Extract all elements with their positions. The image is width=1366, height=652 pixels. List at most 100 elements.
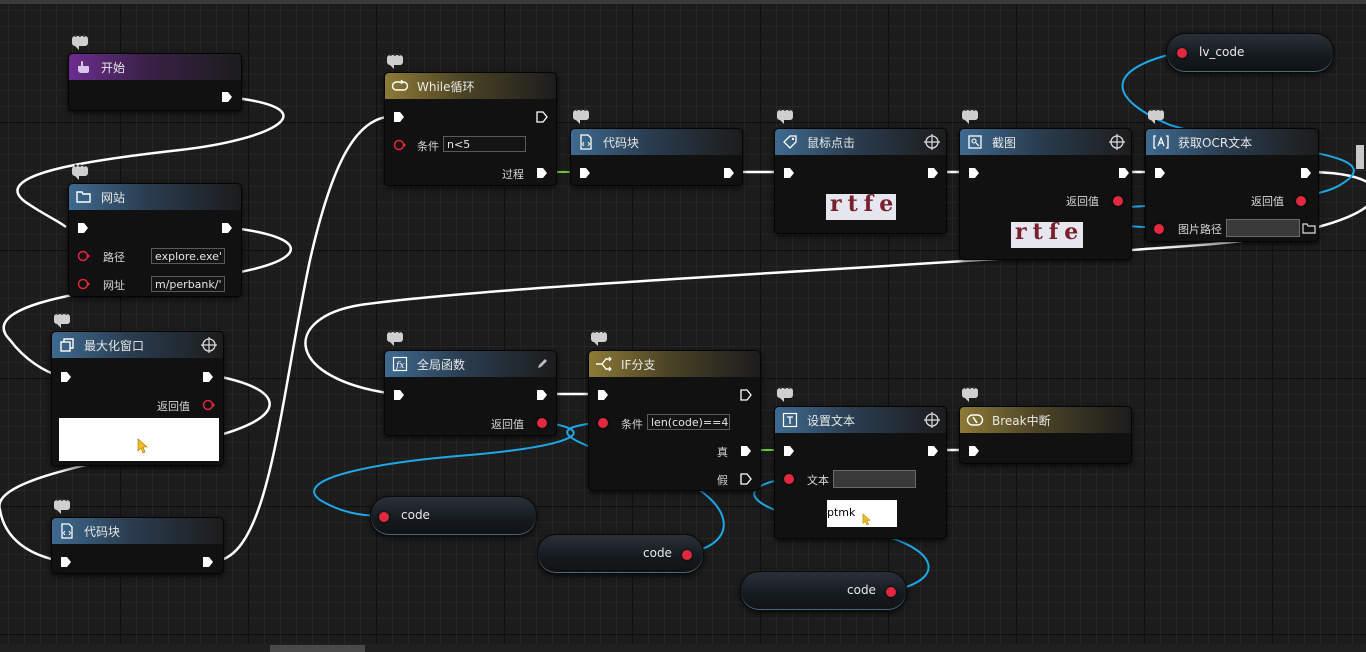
condition-field[interactable]: n<5 bbox=[443, 136, 526, 152]
comment-icon[interactable] bbox=[72, 32, 88, 50]
maximize-window-node[interactable]: 最大化窗口 返回值 bbox=[51, 331, 224, 466]
codeblock-node-header[interactable]: 代码块 bbox=[52, 518, 223, 544]
path-field[interactable]: explore.exe' bbox=[151, 248, 225, 264]
variable-lv-code[interactable]: lv_code bbox=[1166, 33, 1334, 73]
exec-in-pin[interactable] bbox=[783, 445, 795, 457]
data-in-pin[interactable] bbox=[1154, 224, 1164, 234]
horizontal-scrollbar[interactable] bbox=[0, 644, 1366, 652]
codeblock-node-mid[interactable]: 代码块 bbox=[570, 128, 743, 186]
set-text-node-header[interactable]: 设置文本 bbox=[775, 407, 946, 433]
exec-in-pin[interactable] bbox=[783, 167, 795, 179]
data-in-pin[interactable] bbox=[886, 587, 896, 597]
image-path-field[interactable] bbox=[1226, 219, 1300, 237]
exec-in-pin[interactable] bbox=[393, 111, 405, 123]
crosshair-icon[interactable] bbox=[924, 134, 940, 150]
get-ocr-text-node[interactable]: 获取OCR文本 返回值 图片路径 bbox=[1145, 128, 1319, 242]
edit-pencil-icon[interactable] bbox=[536, 356, 550, 370]
variable-code-setter[interactable]: code bbox=[740, 571, 907, 611]
exec-out-pin[interactable] bbox=[202, 371, 214, 383]
vertical-scrollbar-thumb[interactable] bbox=[1356, 145, 1364, 169]
comment-icon[interactable] bbox=[387, 328, 403, 346]
screenshot-node[interactable]: 截图 返回值 rtfe bbox=[959, 128, 1132, 260]
while-loop-node[interactable]: While循环 条件 n<5 过程 bbox=[384, 72, 557, 186]
data-in-pin[interactable] bbox=[393, 139, 407, 151]
comment-icon[interactable] bbox=[573, 106, 589, 124]
comment-icon[interactable] bbox=[777, 384, 793, 402]
exec-out-pin-completed[interactable] bbox=[536, 111, 548, 123]
data-in-pin[interactable] bbox=[77, 278, 91, 290]
exec-in-pin[interactable] bbox=[77, 222, 89, 234]
break-node[interactable]: Break中断 bbox=[959, 406, 1132, 464]
start-node[interactable]: 开始 bbox=[68, 53, 242, 111]
text-field[interactable] bbox=[833, 470, 916, 488]
variable-code-getter[interactable]: code bbox=[370, 496, 537, 536]
comment-icon[interactable] bbox=[387, 51, 403, 69]
exec-out-pin[interactable] bbox=[536, 167, 548, 179]
if-branch-node[interactable]: IF分支 条件 len(code)==4 真 假 bbox=[588, 350, 761, 491]
exec-out-pin[interactable] bbox=[723, 167, 735, 179]
comment-icon[interactable] bbox=[54, 496, 70, 514]
condition-field[interactable]: len(code)==4 bbox=[647, 414, 730, 430]
data-out-pin[interactable] bbox=[1113, 196, 1123, 206]
exec-out-pin[interactable] bbox=[221, 222, 233, 234]
crosshair-icon[interactable] bbox=[201, 337, 217, 353]
screenshot-node-header[interactable]: 截图 bbox=[960, 129, 1131, 155]
break-node-header[interactable]: Break中断 bbox=[960, 407, 1131, 433]
data-out-pin[interactable] bbox=[379, 512, 389, 522]
comment-icon[interactable] bbox=[1148, 106, 1164, 124]
while-node-header[interactable]: While循环 bbox=[385, 73, 556, 99]
codeblock-node-left[interactable]: 代码块 bbox=[51, 517, 224, 574]
data-in-pin[interactable] bbox=[77, 250, 91, 262]
exec-out-pin-true[interactable] bbox=[740, 445, 752, 457]
crosshair-icon[interactable] bbox=[924, 412, 940, 428]
exec-out-pin-false[interactable] bbox=[740, 473, 752, 485]
exec-in-pin[interactable] bbox=[60, 556, 72, 568]
comment-icon[interactable] bbox=[54, 310, 70, 328]
horizontal-scrollbar-thumb[interactable] bbox=[270, 645, 365, 652]
exec-out-pin-completed[interactable] bbox=[740, 389, 752, 401]
exec-out-pin[interactable] bbox=[221, 91, 233, 103]
set-text-node[interactable]: 设置文本 文本 ptmk bbox=[774, 406, 947, 539]
blueprint-canvas[interactable]: 开始 网站 路径 explore.exe' 网址 m/perbank/' 最大化… bbox=[0, 0, 1366, 652]
data-out-pin[interactable] bbox=[202, 399, 216, 411]
exec-in-pin[interactable] bbox=[393, 389, 405, 401]
exec-in-pin[interactable] bbox=[968, 167, 980, 179]
data-in-pin[interactable] bbox=[682, 550, 692, 560]
variable-code-setter[interactable]: code bbox=[537, 534, 704, 574]
mouse-click-node-header[interactable]: 鼠标点击 bbox=[775, 129, 946, 155]
exec-in-pin[interactable] bbox=[60, 371, 72, 383]
crosshair-icon[interactable] bbox=[1109, 134, 1125, 150]
data-in-pin[interactable] bbox=[784, 474, 794, 484]
data-out-pin[interactable] bbox=[1296, 196, 1306, 206]
start-node-header[interactable]: 开始 bbox=[69, 54, 241, 80]
url-field[interactable]: m/perbank/' bbox=[151, 276, 225, 292]
comment-icon[interactable] bbox=[777, 106, 793, 124]
exec-out-pin[interactable] bbox=[927, 167, 939, 179]
exec-in-pin[interactable] bbox=[968, 445, 980, 457]
exec-in-pin[interactable] bbox=[1154, 167, 1166, 179]
ocr-node-header[interactable]: 获取OCR文本 bbox=[1146, 129, 1318, 155]
global-function-node[interactable]: fx 全局函数 返回值 bbox=[384, 350, 557, 436]
exec-out-pin[interactable] bbox=[536, 389, 548, 401]
maximize-node-header[interactable]: 最大化窗口 bbox=[52, 332, 223, 358]
exec-out-pin[interactable] bbox=[202, 556, 214, 568]
exec-in-pin[interactable] bbox=[597, 389, 609, 401]
comment-icon[interactable] bbox=[962, 106, 978, 124]
if-node-header[interactable]: IF分支 bbox=[589, 351, 760, 377]
comment-icon[interactable] bbox=[72, 162, 88, 180]
data-out-pin[interactable] bbox=[537, 418, 547, 428]
data-in-pin[interactable] bbox=[598, 418, 608, 428]
exec-out-pin[interactable] bbox=[1300, 167, 1312, 179]
global-func-node-header[interactable]: fx 全局函数 bbox=[385, 351, 556, 377]
website-node-header[interactable]: 网站 bbox=[69, 184, 241, 210]
exec-in-pin[interactable] bbox=[579, 167, 591, 179]
comment-icon[interactable] bbox=[591, 328, 607, 346]
mouse-click-node[interactable]: 鼠标点击 rtfe bbox=[774, 128, 947, 234]
comment-icon[interactable] bbox=[962, 384, 978, 402]
browse-folder-icon[interactable] bbox=[1302, 222, 1316, 234]
codeblock-node-header[interactable]: 代码块 bbox=[571, 129, 742, 155]
exec-out-pin[interactable] bbox=[1118, 167, 1130, 179]
website-node[interactable]: 网站 路径 explore.exe' 网址 m/perbank/' bbox=[68, 183, 242, 297]
exec-out-pin[interactable] bbox=[927, 445, 939, 457]
data-out-pin[interactable] bbox=[1177, 48, 1187, 58]
